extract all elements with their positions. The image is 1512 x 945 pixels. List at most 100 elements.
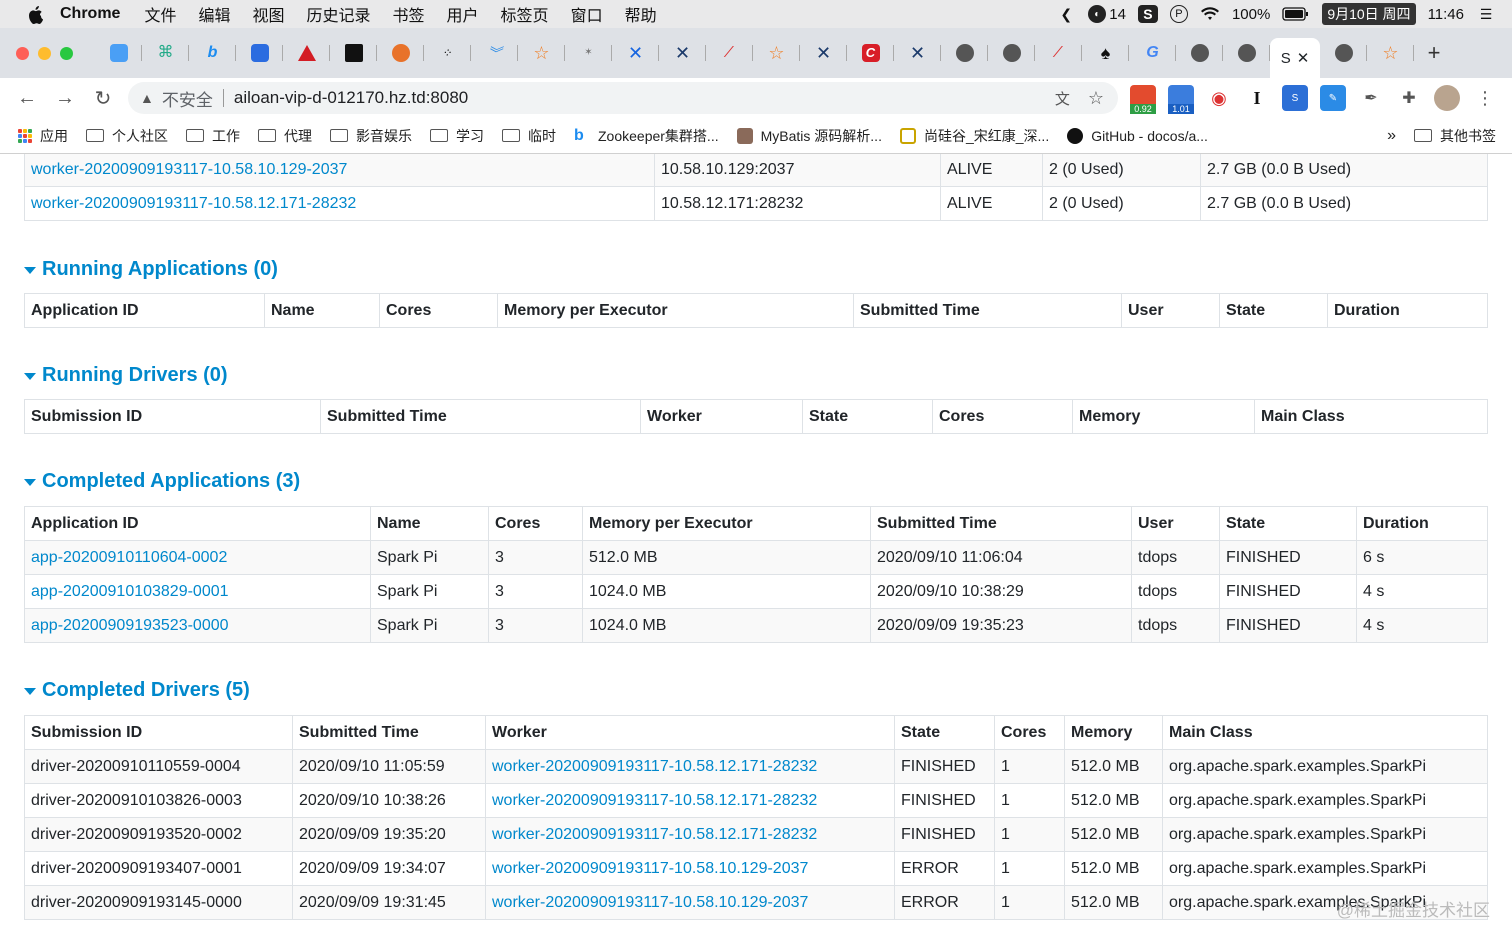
weibo-icon[interactable]: ◉ <box>1206 85 1232 111</box>
menu-user[interactable]: 用户 <box>447 2 479 26</box>
column-header[interactable]: Cores <box>994 715 1065 750</box>
tab-globe-3[interactable] <box>1176 35 1223 71</box>
tab-x-3[interactable]: ✕ <box>894 35 941 71</box>
bookmark-folder-media[interactable]: 影音娱乐 <box>330 126 412 146</box>
ext-screenshot-icon[interactable]: S <box>1282 85 1308 111</box>
column-header[interactable]: Main Class <box>1162 715 1488 750</box>
warning-triangle-icon[interactable]: ▲ <box>140 90 154 106</box>
worker-link[interactable]: worker-20200909193117-10.58.12.171-28232 <box>31 195 356 212</box>
bookmark-star-icon[interactable]: ☆ <box>1088 88 1104 109</box>
tab-star-1[interactable]: ☆ <box>518 35 565 71</box>
column-header[interactable]: Submitted Time <box>320 399 641 434</box>
column-header[interactable]: User <box>1131 506 1220 541</box>
tab-warning[interactable] <box>283 35 330 71</box>
address-bar[interactable]: ▲ 不安全 ailoan-vip-d-012170.hz.td:8080 文 ☆ <box>128 82 1118 114</box>
bookmark-mybatis[interactable]: MyBatis 源码解析... <box>736 126 882 146</box>
close-window-button[interactable] <box>16 46 29 60</box>
menu-edit[interactable]: 编辑 <box>198 2 230 26</box>
close-tab-icon[interactable]: ✕ <box>1297 49 1310 67</box>
bookmark-folder-work[interactable]: 工作 <box>186 126 240 146</box>
app-link[interactable]: app-20200910110604-0002 <box>31 549 227 566</box>
column-header[interactable]: Submitted Time <box>870 506 1132 541</box>
reload-button[interactable]: ↻ <box>84 83 122 113</box>
translate-icon[interactable]: 文 <box>1055 88 1070 109</box>
tab-pen-2[interactable]: ∕ <box>1035 35 1082 71</box>
url-text[interactable]: ailoan-vip-d-012170.hz.td:8080 <box>234 88 468 108</box>
bookmark-apps[interactable]: 应用 <box>18 126 68 146</box>
tab-chevrons[interactable]: ︾ <box>471 35 518 71</box>
column-header[interactable]: State <box>802 399 933 434</box>
running-apps-heading[interactable]: Running Applications (0) <box>24 258 278 281</box>
tab-pen-1[interactable]: ∕ <box>706 35 753 71</box>
tab-star-3[interactable]: ☆ <box>1367 35 1414 71</box>
completed-drivers-heading[interactable]: Completed Drivers (5) <box>24 679 250 702</box>
insecure-label[interactable]: 不安全 <box>162 86 213 111</box>
worker-link[interactable]: worker-20200909193117-10.58.10.129-2037 <box>492 860 808 877</box>
column-header[interactable]: Main Class <box>1254 399 1488 434</box>
column-header[interactable]: Name <box>370 506 489 541</box>
notification-status[interactable]: ◐ 14 <box>1088 5 1126 23</box>
ext-blue-icon[interactable]: ✎ <box>1320 85 1346 111</box>
bookmark-zookeeper[interactable]: b Zookeeper集群搭... <box>574 126 719 146</box>
worker-link[interactable]: worker-20200909193117-10.58.12.171-28232 <box>492 826 817 843</box>
p-circle-icon[interactable]: P <box>1169 5 1188 23</box>
worker-link[interactable]: worker-20200909193117-10.58.12.171-28232 <box>492 758 817 775</box>
column-header[interactable]: Submitted Time <box>853 293 1122 328</box>
time-display[interactable]: 11:46 <box>1428 6 1464 23</box>
text-cursor-icon[interactable]: I <box>1244 85 1270 111</box>
maximize-window-button[interactable] <box>60 46 73 60</box>
wifi-icon[interactable] <box>1200 5 1220 23</box>
tab-confluence[interactable]: ✕ <box>612 35 659 71</box>
tab-google[interactable]: G <box>1129 35 1176 71</box>
app-link[interactable]: app-20200910103829-0001 <box>31 583 229 600</box>
eyedropper-icon[interactable]: ✒ <box>1358 85 1384 111</box>
column-header[interactable]: State <box>1219 293 1328 328</box>
column-header[interactable]: Application ID <box>24 293 265 328</box>
column-header[interactable]: Submitted Time <box>292 715 486 750</box>
worker-link[interactable]: worker-20200909193117-10.58.10.129-2037 <box>492 894 808 911</box>
menu-help[interactable]: 帮助 <box>625 2 657 26</box>
column-header[interactable]: Duration <box>1356 506 1488 541</box>
menu-window[interactable]: 窗口 <box>571 2 603 26</box>
tab-spark[interactable]: ✶ <box>565 35 612 71</box>
bookmarks-overflow-button[interactable]: » <box>1387 127 1396 145</box>
tab-spade[interactable]: ♠ <box>1082 35 1129 71</box>
worker-link[interactable]: worker-20200909193117-10.58.10.129-2037 <box>31 161 347 178</box>
more-menu-icon[interactable]: ⋮ <box>1472 85 1498 111</box>
new-tab-button[interactable]: + <box>1414 40 1454 66</box>
tab-active-spark-master[interactable]: S ✕ <box>1270 38 1320 78</box>
bookmark-folder-personal[interactable]: 个人社区 <box>86 126 168 146</box>
chevron-left-icon[interactable]: ❮ <box>1056 5 1076 23</box>
tab-c[interactable]: C <box>847 35 894 71</box>
tab-bing[interactable]: b <box>189 35 236 71</box>
column-header[interactable]: Memory per Executor <box>497 293 854 328</box>
tab-download[interactable] <box>236 35 283 71</box>
bookmark-folder-study[interactable]: 学习 <box>430 126 484 146</box>
back-button[interactable]: ← <box>8 83 46 113</box>
bookmark-folder-proxy[interactable]: 代理 <box>258 126 312 146</box>
ext-rss-icon[interactable]: 0.92 <box>1130 85 1156 114</box>
tab-globe-1[interactable] <box>941 35 988 71</box>
app-link[interactable]: app-20200909193523-0000 <box>31 617 229 634</box>
column-header[interactable]: Duration <box>1327 293 1488 328</box>
column-header[interactable]: Memory per Executor <box>582 506 871 541</box>
running-drivers-heading[interactable]: Running Drivers (0) <box>24 364 228 387</box>
control-center-icon[interactable]: ☰ <box>1476 5 1496 23</box>
column-header[interactable]: Worker <box>485 715 895 750</box>
column-header[interactable]: Cores <box>932 399 1073 434</box>
menu-bookmarks[interactable]: 书签 <box>393 2 425 26</box>
menu-file[interactable]: 文件 <box>144 2 176 26</box>
tab-terminal[interactable] <box>330 35 377 71</box>
tab-globe-5[interactable] <box>1320 35 1367 71</box>
column-header[interactable]: Memory <box>1064 715 1163 750</box>
tab-globe-4[interactable] <box>1223 35 1270 71</box>
bookmark-github[interactable]: GitHub - docos/a... <box>1067 127 1208 144</box>
menu-view[interactable]: 视图 <box>252 2 284 26</box>
column-header[interactable]: Cores <box>488 506 583 541</box>
tab-x-2[interactable]: ✕ <box>800 35 847 71</box>
column-header[interactable]: Cores <box>379 293 498 328</box>
tab-command[interactable]: ⌘ <box>142 35 189 71</box>
column-header[interactable]: User <box>1121 293 1220 328</box>
s-app-icon[interactable]: S <box>1137 5 1158 23</box>
tab-x-1[interactable]: ✕ <box>659 35 706 71</box>
